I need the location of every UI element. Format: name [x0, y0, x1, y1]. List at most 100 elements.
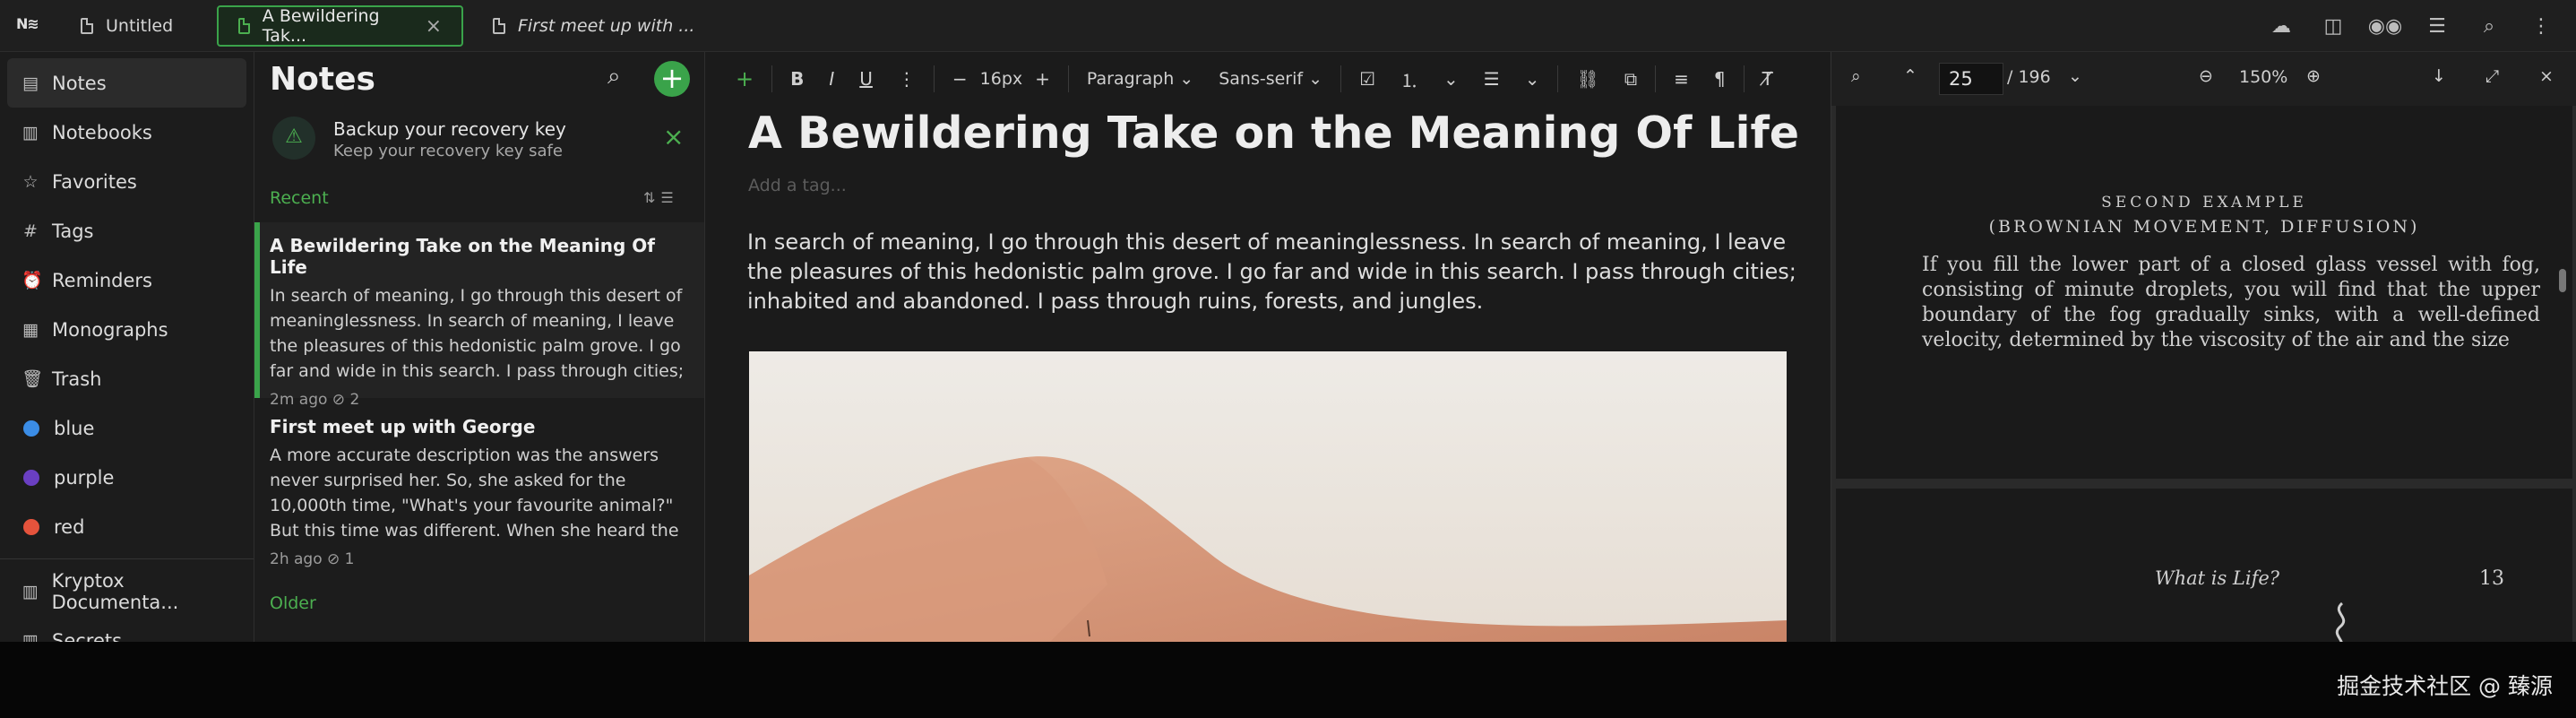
sidebar-color-red[interactable]: red: [0, 502, 254, 551]
note-body-paragraph[interactable]: In search of meaning, I go through this …: [747, 228, 1805, 316]
zoom-in-icon[interactable]: ⊕: [2306, 66, 2321, 86]
sidebar-shortcut-secrets[interactable]: ▥ Secrets: [0, 616, 254, 643]
divider: [1743, 65, 1745, 92]
tab-label: Untitled: [106, 16, 174, 36]
sidebar-shortcut-kryptox[interactable]: ▥ Kryptox Documenta...: [0, 567, 254, 616]
sidebar-item-monographs[interactable]: ▦ Monographs: [0, 305, 254, 354]
chevron-up-icon[interactable]: ⌃: [1903, 66, 1917, 86]
more-vertical-icon[interactable]: ⋮: [898, 68, 916, 90]
glasses-icon[interactable]: ◉◉: [2359, 15, 2411, 38]
page-body-text: If you fill the lower part of a closed g…: [1922, 254, 2540, 351]
divider: [1067, 65, 1069, 92]
sidebar-icon[interactable]: ◫: [2307, 15, 2359, 38]
add-note-button[interactable]: +: [654, 61, 690, 97]
align-left-icon[interactable]: ≡: [1674, 68, 1689, 90]
font-family-dropdown[interactable]: Sans-serif ⌄: [1219, 69, 1322, 89]
sidebar-color-purple[interactable]: purple: [0, 453, 254, 502]
divider: [1655, 65, 1657, 92]
sidebar-item-label: Tags: [52, 220, 94, 242]
tab-label: A Bewildering Tak...: [262, 6, 380, 46]
sort-icon[interactable]: ⇅☰: [643, 189, 679, 206]
sidebar-item-label: red: [54, 515, 85, 538]
chevron-down-icon[interactable]: ⌄: [1525, 68, 1540, 90]
more-vertical-icon[interactable]: ⋮: [2515, 15, 2567, 38]
search-icon[interactable]: ⌕: [2463, 15, 2515, 38]
font-size-increase-icon[interactable]: +: [1035, 68, 1050, 90]
search-icon[interactable]: ⌕: [607, 63, 621, 91]
font-size-decrease-icon[interactable]: −: [952, 68, 968, 90]
pdf-page: SECOND EXAMPLE (BROWNIAN MOVEMENT, DIFFU…: [1836, 106, 2572, 479]
trash-icon: 🗑: [22, 369, 44, 389]
notebook-icon: ▥: [22, 630, 39, 643]
paragraph-icon[interactable]: ¶: [1714, 68, 1726, 90]
notebook-icon: ▥: [22, 581, 39, 601]
running-head: What is Life?: [2155, 567, 2280, 589]
backup-subtitle: Keep your recovery key safe: [333, 142, 563, 160]
sidebar-item-reminders[interactable]: ⏰ Reminders: [0, 255, 254, 305]
link-icon[interactable]: ⛓: [1576, 68, 1598, 90]
backup-banner[interactable]: ⚠ Backup your recovery key Keep your rec…: [272, 117, 694, 170]
page-heading: SECOND EXAMPLE: [2101, 194, 2307, 212]
note-preview: A more accurate description was the answ…: [270, 446, 679, 541]
list-item[interactable]: A Bewildering Take on the Meaning Of Lif…: [254, 222, 704, 409]
block-type-dropdown[interactable]: Paragraph ⌄: [1087, 69, 1193, 89]
divider: [1340, 65, 1342, 92]
note-meta: 2h ago ⊘ 1: [270, 550, 355, 568]
sidebar-item-label: Favorites: [52, 170, 137, 193]
desert-dune-image: [749, 351, 1787, 642]
note-preview: In search of meaning, I go through this …: [270, 286, 685, 381]
underline-icon[interactable]: U: [859, 68, 873, 90]
chevron-down-icon: ⌄: [1179, 69, 1194, 89]
hash-icon: #: [23, 221, 38, 241]
close-icon[interactable]: ×: [663, 122, 684, 151]
divider: [771, 65, 773, 92]
section-older: Older: [270, 593, 316, 613]
color-dot-icon: [23, 420, 39, 437]
bold-icon[interactable]: B: [790, 68, 804, 90]
font-size-value[interactable]: 16px: [980, 69, 1022, 89]
chevron-down-icon[interactable]: ⌄: [1443, 68, 1459, 90]
fullscreen-icon[interactable]: ⤢: [2486, 66, 2499, 86]
notes-list-title: Notes: [270, 61, 375, 98]
embed-icon[interactable]: ⧉: [1624, 68, 1637, 90]
numbered-list-icon[interactable]: ⒈: [1400, 66, 1418, 92]
close-icon[interactable]: ×: [2539, 66, 2554, 86]
clear-formatting-icon[interactable]: T̸: [1762, 68, 1773, 90]
footer-band: 掘金技术社区 @ 臻源: [0, 642, 2576, 718]
tab-bewildering-take[interactable]: A Bewildering Tak... ×: [217, 5, 463, 47]
sidebar-item-notes[interactable]: ▤ Notes: [7, 58, 246, 108]
sidebar-color-blue[interactable]: blue: [0, 403, 254, 453]
zoom-out-icon[interactable]: ⊖: [2199, 66, 2213, 86]
backup-title: Backup your recovery key: [333, 118, 566, 140]
chevron-down-icon[interactable]: ⌄: [2068, 66, 2082, 86]
insert-icon[interactable]: +: [736, 66, 754, 91]
checklist-icon[interactable]: ☑: [1359, 68, 1375, 90]
editor-toolbar: + B I U ⋮ − 16px + Paragraph ⌄ Sans-seri…: [705, 52, 1831, 106]
note-title: A Bewildering Take on the Meaning Of Lif…: [270, 235, 655, 278]
document-icon: [493, 18, 505, 34]
scrollbar-thumb[interactable]: [2559, 269, 2566, 292]
tab-first-meet-up[interactable]: First meet up with ...: [473, 5, 714, 47]
color-dot-icon: [23, 518, 39, 535]
tag-input[interactable]: Add a tag...: [748, 176, 847, 195]
tab-untitled[interactable]: Untitled: [61, 5, 193, 47]
sidebar-item-notebooks[interactable]: ▥ Notebooks: [0, 108, 254, 157]
sidebar-item-favorites[interactable]: ☆ Favorites: [0, 157, 254, 206]
download-icon[interactable]: ↓: [2432, 66, 2446, 86]
star-icon: ☆: [22, 171, 39, 192]
sidebar-item-label: Trash: [52, 368, 102, 390]
sidebar-item-tags[interactable]: # Tags: [0, 206, 254, 255]
list-item[interactable]: First meet up with George A more accurat…: [254, 403, 704, 583]
cloud-upload-icon[interactable]: ☁: [2255, 15, 2307, 38]
italic-icon[interactable]: I: [829, 68, 834, 90]
search-icon[interactable]: ⌕: [1851, 66, 1861, 86]
note-title: First meet up with George: [270, 416, 536, 437]
bullet-list-icon[interactable]: ☰: [1484, 68, 1500, 90]
note-title-heading[interactable]: A Bewildering Take on the Meaning Of Lif…: [748, 108, 1799, 159]
list-icon[interactable]: ☰: [2411, 15, 2463, 38]
editor-panel: + B I U ⋮ − 16px + Paragraph ⌄ Sans-seri…: [705, 52, 1831, 642]
page-number-input[interactable]: [1939, 63, 2003, 95]
sidebar-item-trash[interactable]: 🗑 Trash: [0, 354, 254, 403]
sidebar-item-label: blue: [54, 417, 95, 439]
close-icon[interactable]: ×: [426, 15, 442, 38]
